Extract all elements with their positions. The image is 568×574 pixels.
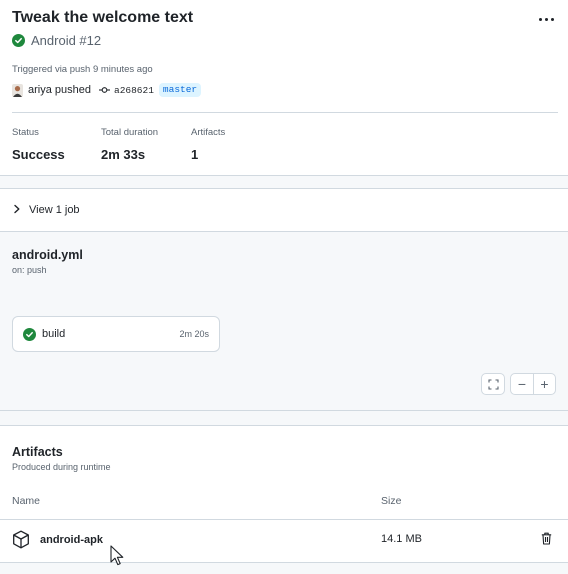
job-card-build[interactable]: build 2m 20s <box>12 316 220 352</box>
commit-sha[interactable]: a268621 <box>114 85 154 96</box>
workflow-run-label[interactable]: Android #12 <box>31 33 101 48</box>
stat-status: Status Success <box>12 127 65 163</box>
column-header-size: Size <box>381 495 402 507</box>
stat-artifacts: Artifacts 1 <box>191 127 225 163</box>
workflow-trigger: on: push <box>12 265 47 275</box>
zoom-in-button[interactable]: + <box>533 374 555 394</box>
screen-full-icon[interactable] <box>482 374 504 394</box>
table-row: android-apk 14.1 MB <box>0 520 568 560</box>
trigger-info: Triggered via push 9 minutes ago <box>12 64 153 75</box>
divider <box>12 112 558 113</box>
section-gap <box>0 176 568 188</box>
stat-artifacts-label: Artifacts <box>191 127 226 138</box>
section-gap <box>0 563 568 574</box>
section-gap <box>0 411 568 425</box>
stat-duration-value: 2m 33s <box>101 147 146 162</box>
stat-status-label: Status <box>12 127 39 138</box>
page-title: Tweak the welcome text <box>12 9 194 26</box>
stat-duration-label: Total duration <box>101 127 159 138</box>
workflow-run: Android #12 <box>12 31 101 49</box>
mouse-pointer-icon <box>110 545 124 572</box>
zoom-controls: − + <box>510 373 556 395</box>
package-icon <box>12 530 30 554</box>
workflow-file-name[interactable]: android.yml <box>12 248 83 262</box>
stat-duration: Total duration 2m 33s <box>101 127 158 163</box>
artifacts-section: Artifacts Produced during runtime Name S… <box>0 426 568 562</box>
artifact-size: 14.1 MB <box>381 533 422 545</box>
git-commit-icon <box>99 86 110 94</box>
artifacts-title: Artifacts <box>12 445 63 459</box>
actor-row: ariya pushed a268621 master <box>12 82 202 98</box>
chevron-right-icon <box>13 201 21 219</box>
artifact-name[interactable]: android-apk <box>40 534 103 546</box>
view-jobs-label: View 1 job <box>29 204 80 216</box>
actor-name[interactable]: ariya pushed <box>28 84 91 96</box>
fullscreen-control <box>481 373 505 395</box>
run-summary: Tweak the welcome text Android #12 Trigg… <box>0 0 568 175</box>
zoom-out-button[interactable]: − <box>511 374 533 394</box>
check-circle-icon <box>12 33 25 47</box>
view-jobs-toggle[interactable]: View 1 job <box>0 189 568 231</box>
column-header-name: Name <box>12 495 41 507</box>
avatar[interactable] <box>12 83 23 97</box>
stat-artifacts-value[interactable]: 1 <box>191 147 225 163</box>
kebab-menu-icon[interactable] <box>536 10 556 28</box>
trash-icon[interactable] <box>541 532 552 550</box>
stat-status-value: Success <box>12 147 65 162</box>
branch-label[interactable]: master <box>158 83 202 97</box>
job-duration: 2m 20s <box>179 329 209 339</box>
job-name: build <box>42 328 66 340</box>
artifacts-subtitle: Produced during runtime <box>12 462 111 472</box>
workflow-graph: android.yml on: push build 2m 20s − + <box>0 232 568 410</box>
check-circle-icon <box>23 327 36 341</box>
